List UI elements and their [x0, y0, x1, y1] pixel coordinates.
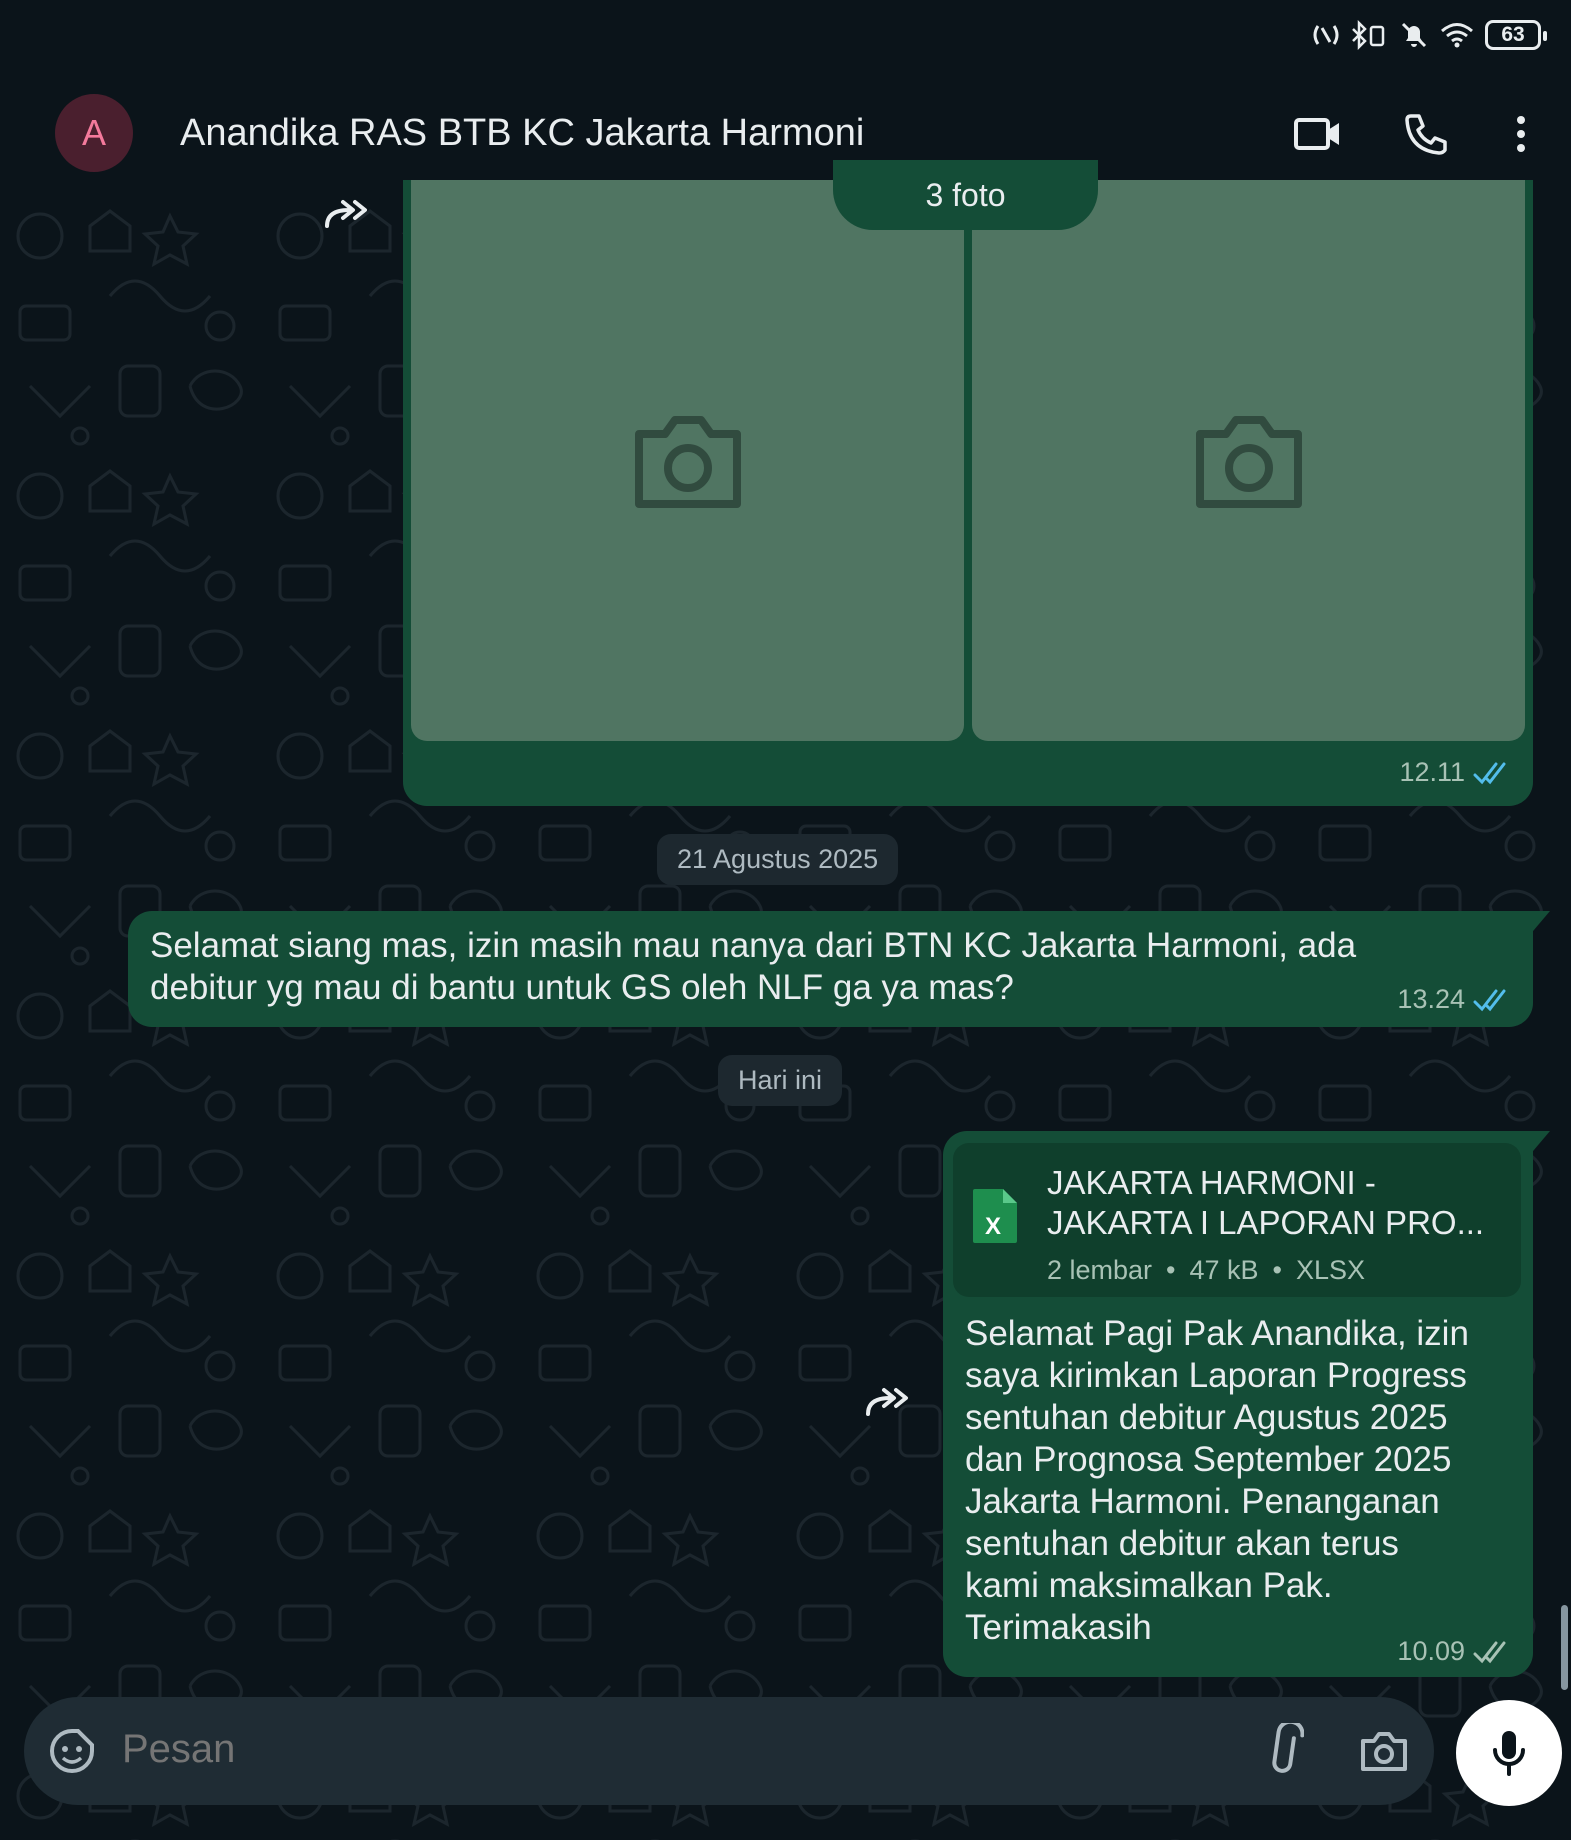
- message-input[interactable]: [122, 1727, 1022, 1772]
- forward-icon[interactable]: [864, 1384, 914, 1418]
- message-time: 10.09: [1397, 1636, 1465, 1666]
- status-bar: 63: [0, 0, 1571, 72]
- separator-dot: •: [1166, 1255, 1176, 1285]
- avatar[interactable]: A: [55, 94, 133, 172]
- document-title-line: JAKARTA I LAPORAN PRO...: [1047, 1204, 1485, 1241]
- document-caption: Selamat Pagi Pak Anandika, izin saya kir…: [965, 1313, 1469, 1649]
- photo-thumbnail[interactable]: [411, 180, 964, 741]
- message-meta: 13.24: [1397, 984, 1511, 1015]
- message-line: debitur yg mau di bantu untuk GS oleh NL…: [150, 968, 1014, 1007]
- caption-line: sentuhan debitur Agustus 2025: [965, 1398, 1448, 1437]
- caption-line: Selamat Pagi Pak Anandika, izin: [965, 1314, 1469, 1353]
- wifi-icon: [1441, 23, 1473, 48]
- caption-line: dan Prognosa September 2025: [965, 1440, 1452, 1479]
- message-meta: 12.11: [1399, 757, 1511, 788]
- message-line: Selamat siang mas, izin masih mau nanya …: [150, 926, 1357, 965]
- voice-message-button[interactable]: [1456, 1700, 1562, 1806]
- message-meta: 10.09: [1397, 1636, 1511, 1667]
- battery-indicator: 63: [1485, 20, 1547, 50]
- nfc-icon: [1313, 25, 1339, 45]
- camera-icon: [1195, 416, 1302, 508]
- message-composer: [24, 1697, 1434, 1805]
- media-message-bubble[interactable]: 3 foto 12.11: [403, 160, 1533, 806]
- document-title: JAKARTA HARMONI - JAKARTA I LAPORAN PRO.…: [1047, 1163, 1497, 1243]
- camera-icon: [634, 416, 741, 508]
- bell-muted-icon: [1401, 22, 1427, 48]
- file-type-letter: X: [985, 1213, 1002, 1240]
- caption-line: sentuhan debitur akan terus: [965, 1524, 1399, 1563]
- contact-name[interactable]: Anandika RAS BTB KC Jakarta Harmoni: [180, 112, 864, 155]
- photo-count-label[interactable]: 3 foto: [833, 160, 1098, 230]
- more-options-icon[interactable]: [1510, 112, 1532, 156]
- status-icons: 63: [1313, 20, 1547, 50]
- caption-line: kami maksimalkan Pak.: [965, 1566, 1333, 1605]
- message-text: Selamat siang mas, izin masih mau nanya …: [150, 925, 1356, 1009]
- scrollbar[interactable]: [1561, 1605, 1568, 1690]
- delivered-receipt-icon: [1473, 1641, 1506, 1663]
- read-receipt-icon: [1473, 762, 1506, 784]
- bluetooth-vibrate-icon: [1352, 20, 1385, 50]
- separator-dot: •: [1272, 1255, 1282, 1285]
- photo-thumbnail[interactable]: [972, 180, 1525, 741]
- voice-call-icon[interactable]: [1403, 112, 1447, 156]
- bubble-tail: [1528, 911, 1550, 937]
- text-message-bubble[interactable]: Selamat siang mas, izin masih mau nanya …: [128, 911, 1533, 1027]
- document-message-bubble[interactable]: X JAKARTA HARMONI - JAKARTA I LAPORAN PR…: [943, 1131, 1533, 1677]
- photo-count-text: 3 foto: [925, 176, 1006, 213]
- caption-line: Terimakasih: [965, 1608, 1152, 1647]
- caption-line: Jakarta Harmoni. Penanganan: [965, 1482, 1440, 1521]
- date-separator: Hari ini: [718, 1055, 843, 1106]
- date-separator: 21 Agustus 2025: [657, 834, 899, 885]
- document-type: XLSX: [1296, 1255, 1366, 1285]
- microphone-icon: [1493, 1731, 1525, 1776]
- message-time: 13.24: [1397, 984, 1465, 1014]
- video-call-icon[interactable]: [1293, 112, 1343, 156]
- bubble-tail: [1528, 1131, 1550, 1157]
- forward-icon[interactable]: [323, 196, 373, 230]
- caption-line: saya kirimkan Laporan Progress: [965, 1356, 1467, 1395]
- read-receipt-icon: [1473, 989, 1506, 1011]
- document-title-line: JAKARTA HARMONI -: [1047, 1164, 1376, 1201]
- document-attachment[interactable]: X JAKARTA HARMONI - JAKARTA I LAPORAN PR…: [953, 1143, 1521, 1297]
- message-time: 12.11: [1399, 757, 1465, 787]
- document-pages: 2 lembar: [1047, 1255, 1153, 1285]
- attach-icon[interactable]: [1264, 1723, 1304, 1779]
- document-size: 47 kB: [1189, 1255, 1259, 1285]
- sticker-emoji-icon[interactable]: [48, 1727, 96, 1775]
- document-details: 2 lembar • 47 kB • XLSX: [1047, 1255, 1365, 1286]
- camera-icon[interactable]: [1360, 1729, 1408, 1773]
- chat-header: A Anandika RAS BTB KC Jakarta Harmoni: [0, 72, 1571, 196]
